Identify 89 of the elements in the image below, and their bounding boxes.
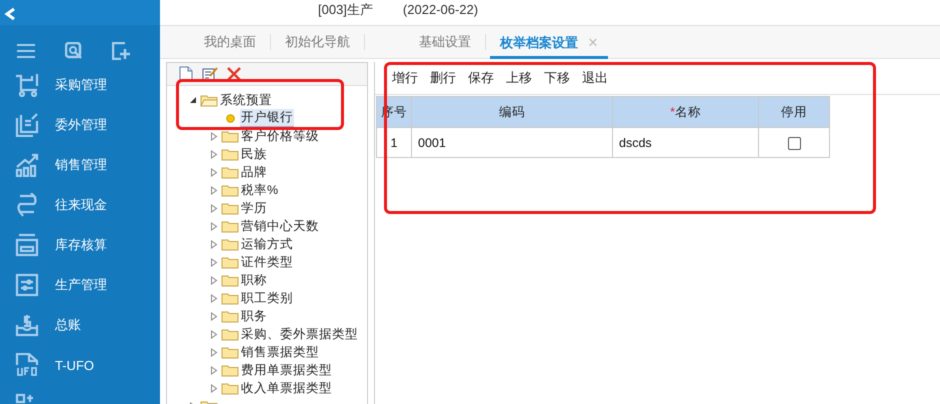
tray-icon: [15, 233, 39, 257]
expand-icon[interactable]: [210, 276, 218, 284]
tree-item[interactable]: 开户银行: [240, 109, 294, 127]
expand-icon[interactable]: [210, 150, 218, 158]
tree-item[interactable]: 职工类别: [240, 290, 294, 306]
expand-icon[interactable]: [210, 366, 218, 374]
document-icon: [15, 113, 39, 137]
cart-icon: [15, 73, 39, 97]
expand-icon[interactable]: [210, 186, 218, 194]
folder-icon: [200, 94, 218, 106]
tree-item[interactable]: 收入单票据类型: [240, 380, 333, 396]
add-icon[interactable]: [112, 42, 130, 60]
expand-icon[interactable]: [210, 222, 218, 230]
expand-icon[interactable]: [210, 312, 218, 320]
expand-icon[interactable]: [210, 204, 218, 212]
arrows-icon: [15, 193, 39, 217]
toolbar-button[interactable]: 上移: [501, 69, 537, 87]
column-header: *名称: [612, 96, 758, 128]
toolbar-button[interactable]: 保存: [463, 69, 499, 87]
tree-item[interactable]: 营销中心天数: [240, 218, 320, 234]
tree-item[interactable]: 采购、委外票据类型: [240, 326, 359, 342]
nav-item[interactable]: 销售管理: [55, 156, 107, 174]
folder-icon: [221, 166, 239, 178]
column-header: 编码: [412, 96, 612, 128]
expand-icon[interactable]: [210, 168, 218, 176]
folder-icon: [221, 382, 239, 394]
folder-icon: [221, 292, 239, 304]
menu-icon[interactable]: [16, 43, 36, 59]
nav-item[interactable]: 生产管理: [55, 276, 107, 294]
folder-icon: [221, 364, 239, 376]
folder-icon: [221, 130, 239, 142]
folder-icon: [221, 274, 239, 286]
checkbox[interactable]: [788, 136, 800, 150]
tree-item[interactable]: 民族: [240, 146, 268, 162]
folder-icon: [221, 256, 239, 268]
toolbar-button[interactable]: 增行: [387, 69, 423, 87]
search-icon[interactable]: [65, 42, 83, 60]
folder-icon: [221, 346, 239, 358]
nav-item[interactable]: 总账: [55, 316, 81, 334]
tab[interactable]: 枚举档案设置 ×: [490, 25, 608, 59]
toolbar-button[interactable]: 删行: [425, 69, 461, 87]
account-name: [003]生产: [318, 2, 373, 17]
tab[interactable]: 我的桌面: [194, 25, 266, 59]
tree-item[interactable]: 运输方式: [240, 236, 294, 252]
table-cell: 1: [376, 128, 412, 158]
nav-item[interactable]: 库存核算: [55, 236, 107, 254]
chart-icon: [15, 153, 39, 177]
folder-icon: [221, 202, 239, 214]
delete-icon[interactable]: [227, 67, 241, 81]
expand-icon[interactable]: [210, 384, 218, 392]
expand-icon[interactable]: [210, 258, 218, 266]
tree-item[interactable]: 客户价格等级: [240, 128, 320, 144]
expand-icon[interactable]: [210, 294, 218, 302]
tree-item[interactable]: 税率%: [240, 182, 280, 198]
folder-icon: [221, 328, 239, 340]
folder-icon: [221, 310, 239, 322]
tree-item[interactable]: 销售票据类型: [240, 344, 320, 360]
expand-icon[interactable]: [210, 240, 218, 248]
toolbar-button[interactable]: 下移: [539, 69, 575, 87]
nav-item[interactable]: 往来现金: [55, 196, 107, 214]
tree-item[interactable]: 职务: [240, 308, 268, 324]
tree-item[interactable]: 职称: [240, 272, 268, 288]
table-cell: dscds: [612, 128, 758, 158]
nav-item[interactable]: T-UFO: [55, 358, 94, 372]
dot-icon: [226, 114, 235, 122]
expand-icon[interactable]: [210, 348, 218, 356]
nav-item[interactable]: 采购管理: [55, 76, 107, 94]
tab[interactable]: 基础设置: [409, 25, 481, 59]
tree-item[interactable]: 系统预置: [219, 92, 273, 108]
collapse-icon[interactable]: [189, 96, 197, 104]
money-bag-icon: [15, 313, 39, 337]
folder-icon: [221, 238, 239, 250]
expand-icon[interactable]: [210, 132, 218, 140]
sliders-icon: [15, 273, 39, 297]
tree-item[interactable]: 学历: [240, 200, 268, 216]
table-cell: 0001: [412, 128, 612, 158]
tree-item[interactable]: 费用单票据类型: [240, 362, 333, 378]
folder-icon: [221, 184, 239, 196]
tab[interactable]: 初始化导航: [275, 25, 360, 59]
toolbar-button[interactable]: 退出: [577, 69, 613, 87]
nav-item[interactable]: 委外管理: [55, 116, 107, 134]
tree-item[interactable]: 品牌: [240, 164, 268, 180]
expand-icon[interactable]: [210, 330, 218, 338]
folder-icon: [221, 148, 239, 160]
tree-item[interactable]: 证件类型: [240, 254, 294, 270]
login-date: (2022-06-22): [402, 2, 478, 17]
column-header: 停用: [758, 96, 830, 128]
folder-icon: [221, 220, 239, 232]
file-icon: [15, 353, 39, 377]
